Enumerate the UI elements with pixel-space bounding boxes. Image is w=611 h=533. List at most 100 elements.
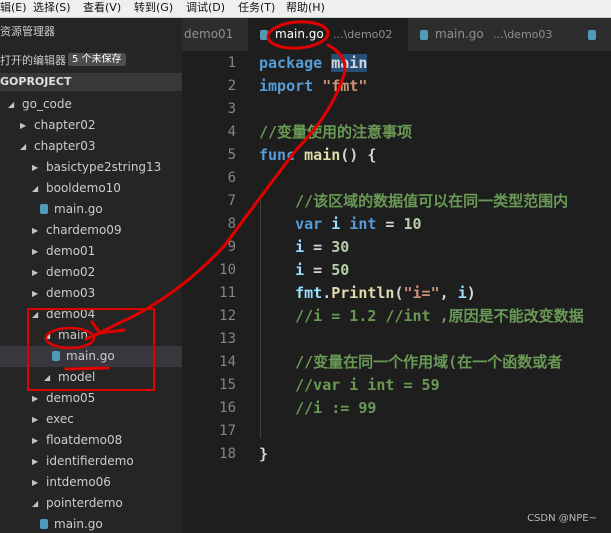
code-token: ): [466, 284, 476, 302]
go-file-icon: [40, 519, 48, 529]
tree-folder-item[interactable]: ◢ chapter03: [0, 136, 182, 157]
tree-item-label: demo03: [46, 286, 96, 300]
tree-item-label: demo05: [46, 391, 96, 405]
chevron-down-icon[interactable]: ◢: [44, 367, 54, 388]
tree-file-item[interactable]: main.go: [0, 199, 182, 220]
tree-folder-item[interactable]: ▶ intdemo06: [0, 472, 182, 493]
tree-folder-item[interactable]: ◢ model: [0, 367, 182, 388]
chevron-down-icon[interactable]: ◢: [44, 325, 54, 346]
menu-item[interactable]: 任务(T): [238, 1, 275, 15]
code-token: i: [331, 215, 341, 233]
menu-item[interactable]: 选择(S): [33, 1, 71, 15]
line-number: 7: [227, 193, 236, 209]
tree-folder-item[interactable]: ◢ main: [0, 325, 182, 346]
menu-item[interactable]: 调试(D): [186, 1, 225, 15]
menu-item[interactable]: 帮助(H): [286, 1, 325, 15]
tree-item-label: basictype2string13: [46, 160, 162, 174]
tree-folder-item[interactable]: ◢ pointerdemo: [0, 493, 182, 514]
line-number: 17: [219, 423, 236, 439]
tree-folder-item[interactable]: ◢ booldemo10: [0, 178, 182, 199]
tree-folder-item[interactable]: ▶ floatdemo08: [0, 430, 182, 451]
code-line: i = 30: [259, 236, 349, 259]
code-token: Println: [331, 284, 395, 302]
tree-file-item[interactable]: main.go: [0, 514, 182, 533]
chevron-right-icon[interactable]: ▶: [32, 409, 42, 430]
code-token: //该区域的数据值可以在同一类型范围内: [259, 192, 569, 210]
code-line: //var i int = 59: [259, 374, 440, 397]
explorer-sidebar: 资源管理器 打开的编辑器 5 个未保存 GOPROJECT ◢ go_code ▶ c…: [0, 18, 182, 533]
code-token: =: [376, 215, 404, 233]
code-token: int: [349, 215, 377, 233]
project-root[interactable]: GOPROJECT: [0, 73, 182, 91]
chevron-right-icon[interactable]: ▶: [32, 451, 42, 472]
tree-item-label: go_code: [22, 97, 72, 111]
line-number: 3: [227, 101, 236, 117]
tab-label: main.go: [275, 27, 324, 41]
line-number: 18: [219, 446, 236, 462]
go-file-icon: [260, 30, 268, 40]
chevron-right-icon[interactable]: ▶: [32, 241, 42, 262]
code-token: (: [394, 284, 404, 302]
code-line: import "fmt": [259, 75, 367, 98]
chevron-right-icon[interactable]: ▶: [32, 262, 42, 283]
chevron-right-icon[interactable]: ▶: [32, 472, 42, 493]
code-token: //变量使用的注意事项: [259, 123, 413, 141]
code-token: main: [304, 146, 341, 164]
menu-item[interactable]: 辑(E): [0, 1, 27, 15]
tree-folder-item[interactable]: ▶ demo05: [0, 388, 182, 409]
tree-folder-item[interactable]: ▶ chapter02: [0, 115, 182, 136]
tree-folder-item[interactable]: ▶ basictype2string13: [0, 157, 182, 178]
chevron-right-icon[interactable]: ▶: [32, 283, 42, 304]
code-token: =: [304, 261, 332, 279]
open-editors-label[interactable]: 打开的编辑器: [0, 52, 66, 68]
tree-item-label: chardemo09: [46, 223, 122, 237]
code-token: //i = 1.2 //int ,原因是不能改变数据: [259, 307, 584, 325]
chevron-down-icon[interactable]: ◢: [8, 94, 18, 115]
editor-tab[interactable]: main.go ...\demo03: [408, 18, 577, 51]
tree-folder-item[interactable]: ▶ exec: [0, 409, 182, 430]
code-line: }: [259, 443, 268, 466]
chevron-right-icon[interactable]: ▶: [32, 430, 42, 451]
chevron-right-icon[interactable]: ▶: [32, 388, 42, 409]
code-token: 10: [403, 215, 422, 233]
line-number: 10: [219, 262, 236, 278]
editor-tab[interactable]: demo01: [182, 18, 249, 51]
tree-item-label: booldemo10: [46, 181, 121, 195]
chevron-right-icon[interactable]: ▶: [32, 157, 42, 178]
code-token: 50: [331, 261, 350, 279]
menu-item[interactable]: 查看(V): [83, 1, 121, 15]
tree-folder-item[interactable]: ▶ chardemo09: [0, 220, 182, 241]
tree-folder-item[interactable]: ▶ demo01: [0, 241, 182, 262]
chevron-down-icon[interactable]: ◢: [32, 493, 42, 514]
code-line: //该区域的数据值可以在同一类型范围内: [259, 190, 568, 213]
tree-item-label: demo01: [46, 244, 96, 258]
tree-item-label: identifierdemo: [46, 454, 134, 468]
code-line: func main() {: [259, 144, 376, 167]
code-token: }: [259, 445, 269, 463]
chevron-right-icon[interactable]: ▶: [20, 115, 30, 136]
chevron-down-icon[interactable]: ◢: [32, 178, 42, 199]
tree-folder-item[interactable]: ▶ identifierdemo: [0, 451, 182, 472]
tree-folder-item[interactable]: ◢ go_code: [0, 94, 182, 115]
tree-file-item[interactable]: main.go: [0, 346, 182, 367]
tree-folder-item[interactable]: ▶ demo02: [0, 262, 182, 283]
editor-tab[interactable]: [576, 18, 611, 51]
chevron-down-icon[interactable]: ◢: [32, 304, 42, 325]
chevron-right-icon[interactable]: ▶: [32, 220, 42, 241]
editor-tab[interactable]: main.go ...\demo02: [248, 18, 409, 51]
menu-item[interactable]: 转到(G): [134, 1, 173, 15]
chevron-down-icon[interactable]: ◢: [20, 136, 30, 157]
code-editor[interactable]: 1 2 3 4 5 6 7 8 9 10 11 12 13 14 15 16 17 18 package main i…: [182, 51, 611, 533]
line-number: 5: [227, 147, 236, 163]
tree-folder-item[interactable]: ◢ demo04: [0, 304, 182, 325]
line-number: 13: [219, 331, 236, 347]
code-token: =: [304, 238, 332, 256]
line-number: 15: [219, 377, 236, 393]
tree-folder-item[interactable]: ▶ demo03: [0, 283, 182, 304]
code-token: func: [259, 146, 296, 164]
code-line: fmt.Println("i=", i): [259, 282, 476, 305]
